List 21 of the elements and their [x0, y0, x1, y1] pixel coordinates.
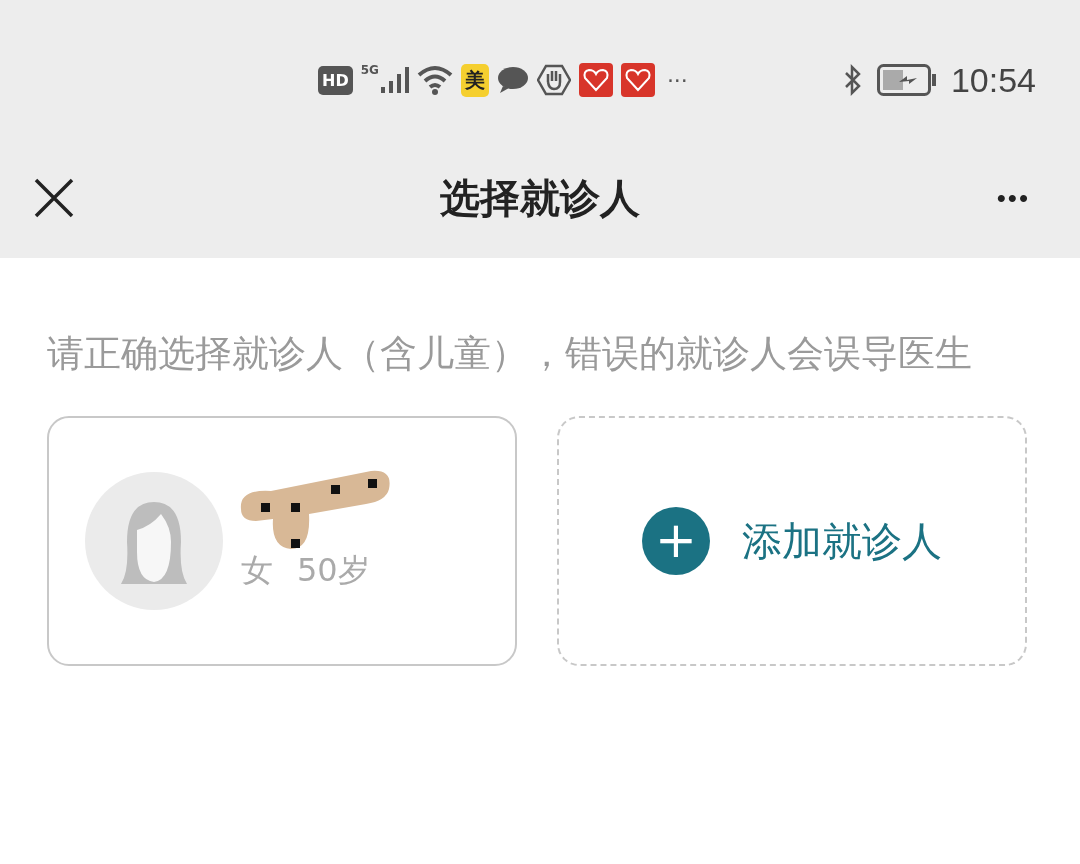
- app-icon: 美: [460, 63, 489, 97]
- hint-text: 请正确选择就诊人（含儿童），错误的就诊人会误导医生: [47, 331, 973, 377]
- avatar-icon: [85, 472, 223, 610]
- clock-time: 10:54: [950, 60, 1036, 100]
- heart-app-icon: [578, 63, 613, 97]
- hd-badge: HD: [318, 65, 353, 95]
- network-type: 5G: [360, 63, 379, 77]
- page-title: 选择就诊人: [440, 173, 640, 223]
- bluetooth-icon: [842, 64, 863, 96]
- patient-gender: 女: [241, 550, 273, 591]
- chat-bubble-icon: [496, 66, 529, 94]
- more-button[interactable]: •••: [996, 182, 1030, 214]
- wifi-icon: [416, 65, 453, 95]
- close-button[interactable]: [34, 178, 74, 218]
- battery-charging-icon: [876, 64, 937, 96]
- patient-age: 50岁: [297, 550, 370, 591]
- heart-app-icon: [620, 63, 655, 97]
- more-notifications: ···: [666, 67, 688, 93]
- hand-icon: [536, 64, 571, 96]
- signal-icon: [380, 67, 409, 93]
- add-patient-button[interactable]: + 添加就诊人: [557, 416, 1027, 666]
